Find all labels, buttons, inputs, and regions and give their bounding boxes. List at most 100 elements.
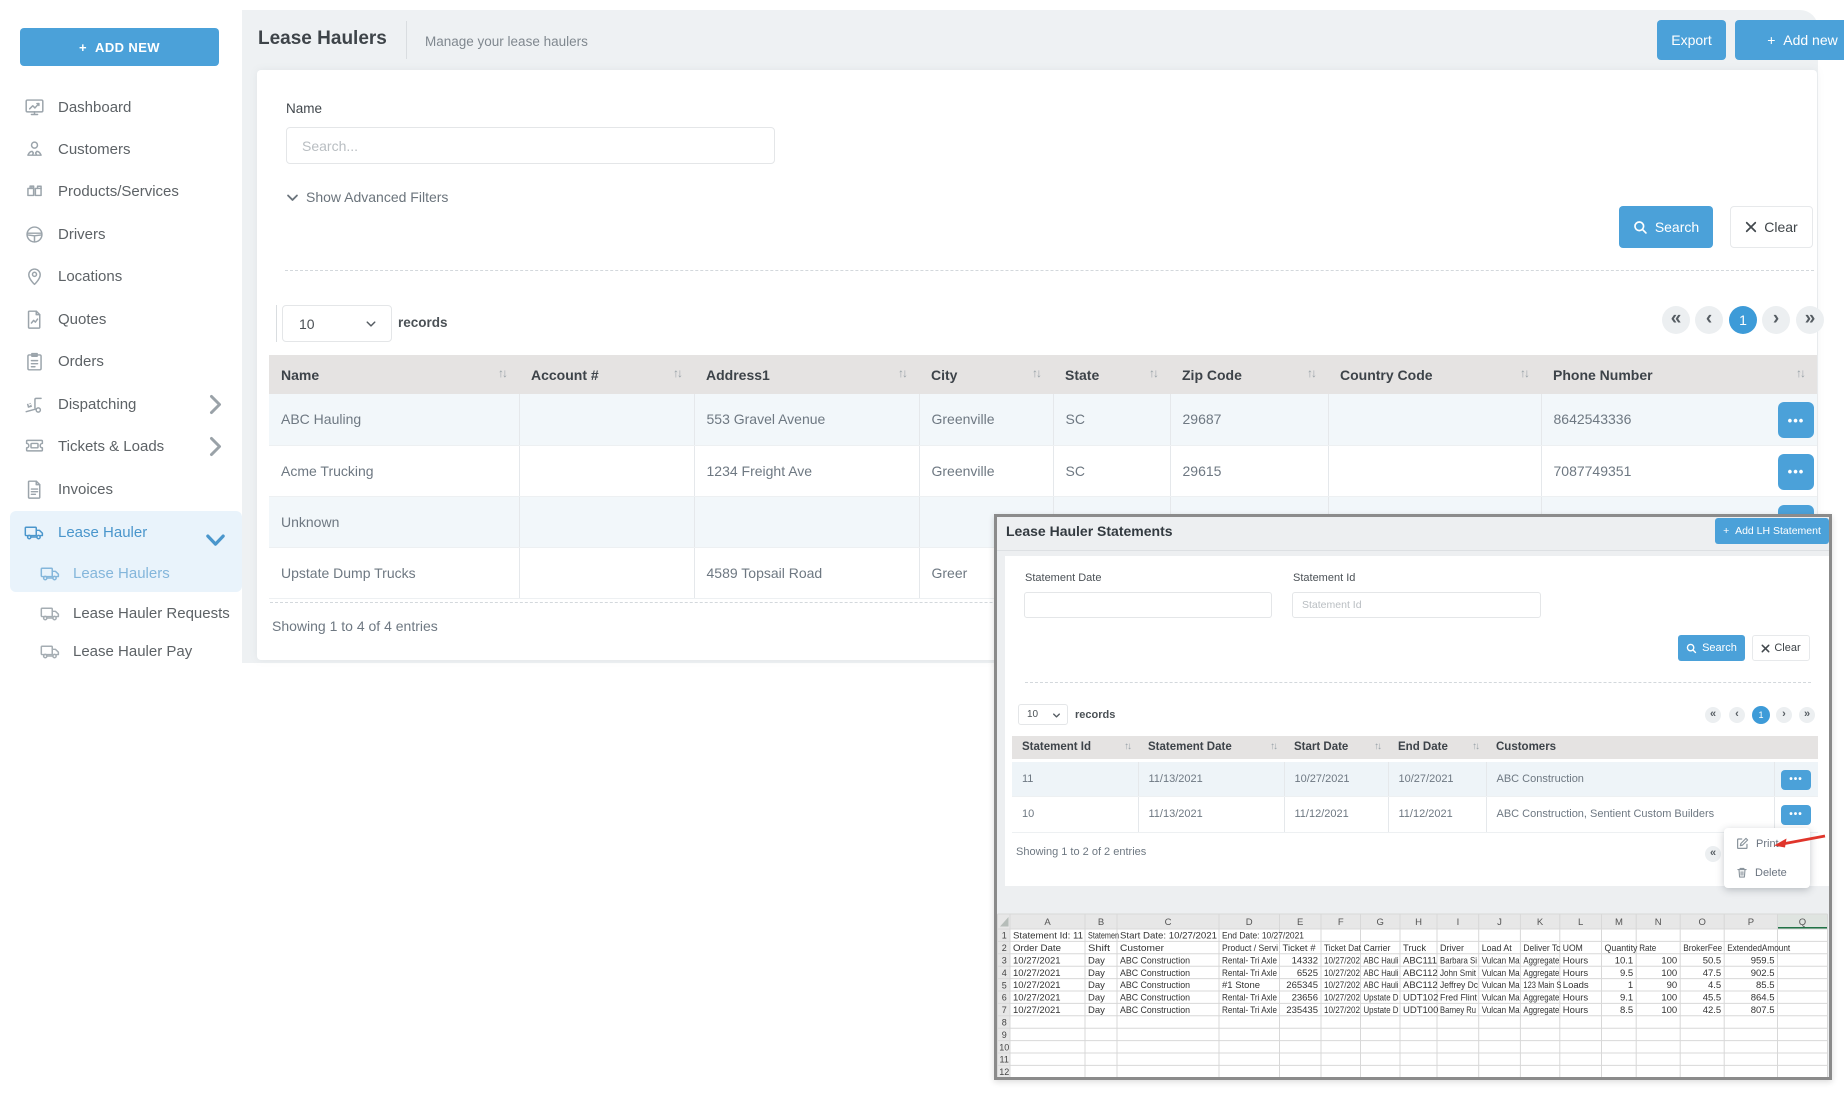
svg-text:ABC Hauli: ABC Hauli xyxy=(1364,955,1399,966)
svg-text:9.5: 9.5 xyxy=(1620,968,1633,979)
svg-text:L: L xyxy=(1578,917,1583,928)
svg-text:Deliver Tc: Deliver Tc xyxy=(1523,943,1560,954)
svg-text:10/27/202: 10/27/202 xyxy=(1324,968,1360,979)
svg-text:10/27/2021: 10/27/2021 xyxy=(1013,980,1061,991)
svg-text:Day: Day xyxy=(1088,993,1105,1004)
svg-text:3: 3 xyxy=(1002,956,1007,966)
svg-text:Hours: Hours xyxy=(1563,993,1589,1004)
svg-text:H: H xyxy=(1415,917,1422,928)
svg-text:10/27/2021: 10/27/2021 xyxy=(1013,955,1061,966)
svg-text:ABC Construction: ABC Construction xyxy=(1120,1005,1190,1016)
svg-text:Start Date: 10/27/2021: Start Date: 10/27/2021 xyxy=(1120,931,1217,942)
svg-text:B: B xyxy=(1098,917,1104,928)
svg-text:11: 11 xyxy=(1000,1055,1009,1065)
svg-text:Load At: Load At xyxy=(1482,943,1512,954)
svg-text:959.5: 959.5 xyxy=(1751,955,1775,966)
svg-text:Rental- Tri Axle: Rental- Tri Axle xyxy=(1222,1005,1277,1016)
svg-text:8: 8 xyxy=(1002,1018,1007,1028)
svg-text:10/27/2021: 10/27/2021 xyxy=(1013,993,1061,1004)
svg-text:14332: 14332 xyxy=(1292,955,1318,966)
svg-text:O: O xyxy=(1699,917,1706,928)
svg-text:9: 9 xyxy=(1002,1030,1007,1040)
svg-text:P: P xyxy=(1748,917,1754,928)
svg-text:807.5: 807.5 xyxy=(1751,1005,1775,1016)
svg-text:50.5: 50.5 xyxy=(1703,955,1722,966)
svg-text:42.5: 42.5 xyxy=(1703,1005,1722,1016)
svg-text:45.5: 45.5 xyxy=(1703,993,1722,1004)
svg-text:Vulcan Ma: Vulcan Ma xyxy=(1482,993,1521,1004)
svg-text:I: I xyxy=(1457,917,1460,928)
svg-text:Aggregate: Aggregate xyxy=(1523,968,1559,979)
svg-text:UOM: UOM xyxy=(1563,943,1583,954)
svg-text:100: 100 xyxy=(1661,1005,1677,1016)
svg-text:6: 6 xyxy=(1002,993,1007,1003)
svg-text:ABC Construction: ABC Construction xyxy=(1120,968,1190,979)
svg-text:235435: 235435 xyxy=(1286,1005,1318,1016)
svg-text:2: 2 xyxy=(1002,943,1007,953)
svg-text:Day: Day xyxy=(1088,955,1105,966)
svg-text:Vulcan Ma: Vulcan Ma xyxy=(1482,980,1521,991)
svg-text:#1 Stone: #1 Stone xyxy=(1222,980,1260,991)
svg-text:Day: Day xyxy=(1088,980,1105,991)
svg-text:ABC Hauli: ABC Hauli xyxy=(1364,968,1399,979)
svg-text:1: 1 xyxy=(1002,931,1007,941)
svg-text:864.5: 864.5 xyxy=(1751,993,1775,1004)
svg-text:D: D xyxy=(1246,917,1253,928)
svg-text:J: J xyxy=(1497,917,1502,928)
svg-text:ExtendedAmount: ExtendedAmount xyxy=(1727,943,1790,954)
svg-text:E: E xyxy=(1297,917,1303,928)
svg-text:Upstate D: Upstate D xyxy=(1364,1005,1399,1016)
svg-text:10.1: 10.1 xyxy=(1615,955,1634,966)
svg-text:Statement Id: 11: Statement Id: 11 xyxy=(1013,931,1083,942)
svg-text:90: 90 xyxy=(1667,980,1678,991)
svg-text:Hours: Hours xyxy=(1563,955,1589,966)
svg-text:BrokerFee: BrokerFee xyxy=(1683,943,1722,954)
svg-text:John Smit: John Smit xyxy=(1440,968,1476,979)
svg-text:10/27/202: 10/27/202 xyxy=(1324,1005,1360,1016)
svg-text:Customer: Customer xyxy=(1120,943,1164,954)
svg-text:ABC Construction: ABC Construction xyxy=(1120,980,1190,991)
svg-text:5: 5 xyxy=(1002,980,1007,990)
svg-text:10/27/202: 10/27/202 xyxy=(1324,980,1360,991)
svg-text:902.5: 902.5 xyxy=(1751,968,1775,979)
svg-text:Ticket Dat: Ticket Dat xyxy=(1324,943,1361,954)
svg-text:100: 100 xyxy=(1661,968,1677,979)
svg-text:100: 100 xyxy=(1661,993,1677,1004)
svg-text:23656: 23656 xyxy=(1292,993,1318,1004)
svg-text:4: 4 xyxy=(1002,968,1007,978)
svg-text:Order Date: Order Date xyxy=(1013,943,1061,954)
svg-text:Day: Day xyxy=(1088,968,1105,979)
svg-text:Rate: Rate xyxy=(1639,943,1656,954)
svg-text:Loads: Loads xyxy=(1563,980,1589,991)
svg-text:Quantity: Quantity xyxy=(1605,943,1638,954)
svg-text:100: 100 xyxy=(1661,955,1677,966)
svg-text:UDT100: UDT100 xyxy=(1403,1005,1438,1016)
svg-text:ABC Hauli: ABC Hauli xyxy=(1364,980,1399,991)
svg-text:Hours: Hours xyxy=(1563,1005,1589,1016)
svg-text:Vulcan Ma: Vulcan Ma xyxy=(1482,968,1521,979)
svg-text:47.5: 47.5 xyxy=(1703,968,1722,979)
svg-text:1: 1 xyxy=(1628,980,1633,991)
svg-text:Day: Day xyxy=(1088,1005,1105,1016)
svg-text:Statemen: Statemen xyxy=(1088,931,1119,942)
svg-text:10/27/202: 10/27/202 xyxy=(1324,993,1360,1004)
svg-text:Rental- Tri Axle: Rental- Tri Axle xyxy=(1222,968,1277,979)
svg-text:Upstate D: Upstate D xyxy=(1364,993,1399,1004)
svg-text:Vulcan Ma: Vulcan Ma xyxy=(1482,1005,1521,1016)
svg-text:10/27/2021: 10/27/2021 xyxy=(1013,1005,1061,1016)
svg-text:9.1: 9.1 xyxy=(1620,993,1633,1004)
svg-text:Product / Servi: Product / Servi xyxy=(1222,943,1278,954)
svg-text:Fred Flint: Fred Flint xyxy=(1440,993,1477,1004)
svg-text:F: F xyxy=(1338,917,1344,928)
svg-text:Truck: Truck xyxy=(1403,943,1426,954)
svg-text:7: 7 xyxy=(1002,1005,1007,1015)
svg-text:Driver: Driver xyxy=(1440,943,1464,954)
svg-text:Aggregate: Aggregate xyxy=(1523,993,1559,1004)
svg-text:10: 10 xyxy=(999,1042,1009,1052)
svg-text:Aggregate: Aggregate xyxy=(1523,955,1559,966)
svg-text:ABC112: ABC112 xyxy=(1403,980,1438,991)
svg-text:Barbara Si: Barbara Si xyxy=(1440,955,1477,966)
svg-text:A: A xyxy=(1044,917,1051,928)
svg-text:Shift: Shift xyxy=(1088,943,1110,954)
svg-text:K: K xyxy=(1537,917,1544,928)
